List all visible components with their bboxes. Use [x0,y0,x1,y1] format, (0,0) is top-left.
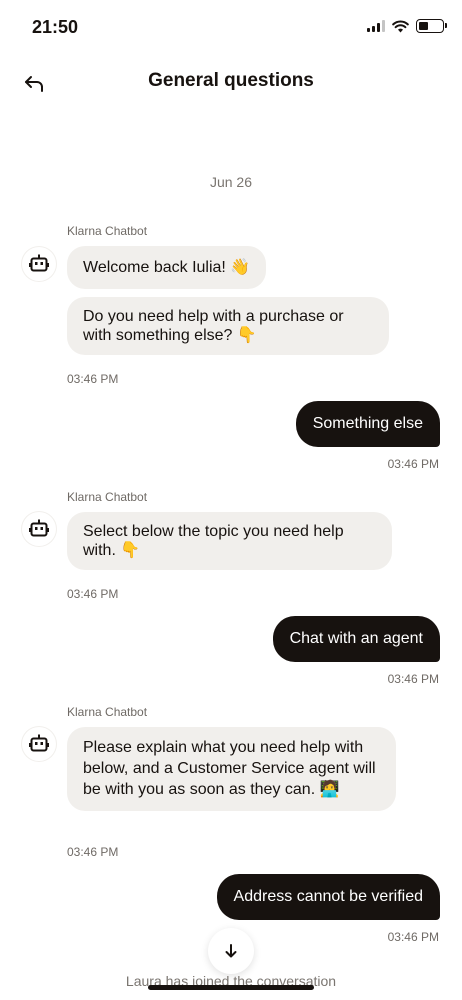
arrow-down-icon [225,944,237,958]
message-text: Something else [312,415,423,432]
bot-message-bubble: Welcome back Iulia! 👋 [67,246,267,289]
chat-screen: 21:50 General questions Jun 26 Klarna Ch… [0,0,462,1000]
battery-icon [416,19,447,33]
user-message-bubble: Chat with an agent [272,616,440,662]
pointing-down-icon: 👇 [120,542,141,559]
message-timestamp: 03:46 PM [67,845,119,859]
message-timestamp: 03:46 PM [387,457,439,471]
bot-avatar [22,247,56,281]
message-text: Address cannot be verified [233,888,423,905]
message-text: Do you need help with a purchase or with… [83,308,344,344]
status-time: 21:50 [32,17,79,37]
bot-avatar [22,727,56,761]
user-message-bubble: Address cannot be verified [216,874,440,920]
sender-name: Klarna Chatbot [67,705,148,719]
date-separator: Jun 26 [209,174,253,190]
bot-message-bubble: Select below the topic you need help wit… [67,512,392,570]
sender-name: Klarna Chatbot [67,224,148,238]
message-text: Welcome back Iulia! [83,259,226,276]
bot-message-bubble: Do you need help with a purchase or with… [67,297,389,355]
pointing-down-icon: 👇 [236,327,257,344]
signal-icon [367,20,385,32]
scroll-to-bottom-button[interactable] [208,928,254,974]
message-text: Chat with an agent [289,630,423,647]
home-indicator[interactable] [148,985,314,990]
message-timestamp: 03:46 PM [67,587,119,601]
bot-avatar [22,512,56,546]
bot-message-bubble: Please explain what you need help with b… [67,727,396,811]
technologist-icon: 🧑‍💻 [319,781,340,798]
waving-hand-icon: 👋 [230,259,251,276]
message-timestamp: 03:46 PM [387,672,439,686]
status-icons [367,19,447,33]
message-timestamp: 03:46 PM [67,372,119,386]
wifi-icon [392,19,409,32]
robot-icon [29,734,49,752]
sender-name: Klarna Chatbot [67,490,148,504]
user-message-bubble: Something else [295,401,440,447]
robot-icon [29,519,49,537]
robot-icon [29,254,49,272]
message-timestamp: 03:46 PM [387,930,439,944]
page-title: General questions [148,70,314,91]
